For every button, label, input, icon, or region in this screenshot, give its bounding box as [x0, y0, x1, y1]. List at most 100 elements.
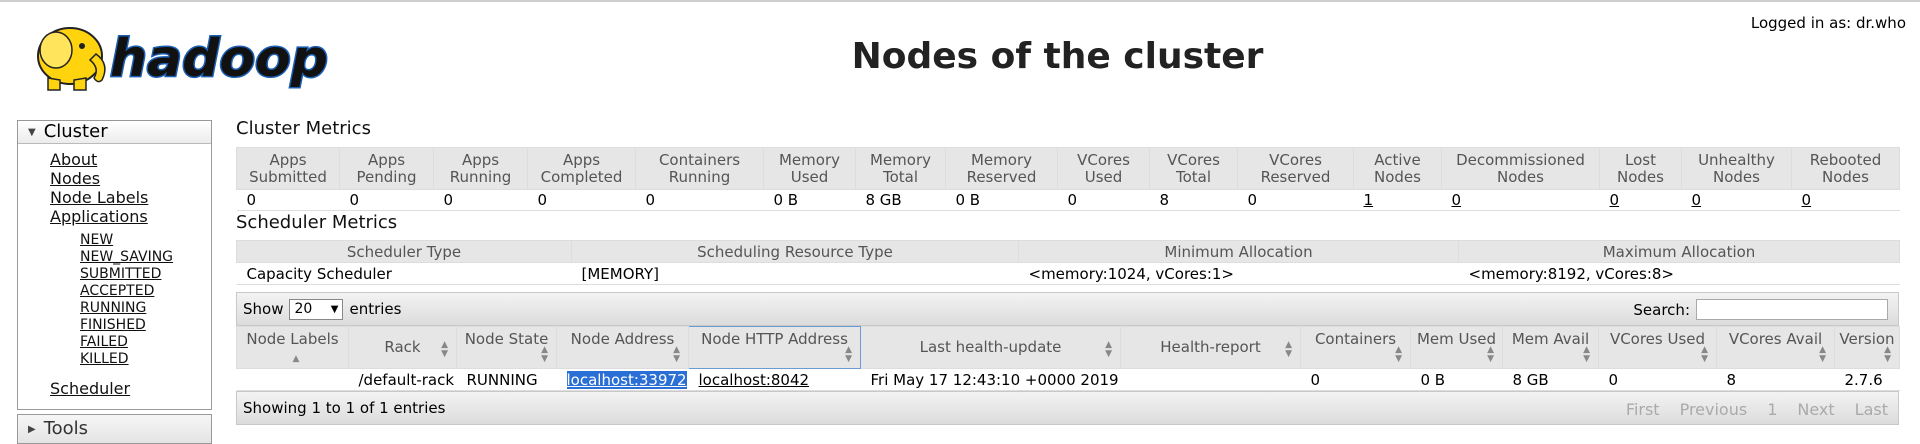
cm-value-link-11[interactable]: 1 — [1364, 191, 1374, 209]
cm-value-7: 0 B — [945, 189, 1058, 211]
about-link[interactable]: About — [50, 150, 97, 169]
cm-value-14: 0 — [1681, 189, 1792, 211]
cm-value-link-13[interactable]: 0 — [1610, 191, 1620, 209]
tools-nav-header[interactable]: ▶ Tools — [18, 415, 211, 443]
app-state-submitted-link[interactable]: SUBMITTED — [80, 266, 161, 282]
sort-icon: ▲ ▼ — [1583, 345, 1590, 364]
nodes-cell-11: 8 — [1716, 368, 1835, 391]
page-length-select[interactable]: 20 ▼ — [289, 298, 344, 320]
nodes-header-7[interactable]: Containers ▲ ▼ — [1300, 326, 1411, 369]
cm-header-8: VCores Used — [1057, 147, 1150, 190]
app-state-running-link[interactable]: RUNNING — [80, 300, 146, 316]
app-state-new-link[interactable]: NEW — [80, 232, 113, 248]
cluster-metrics-title: Cluster Metrics — [236, 118, 371, 139]
nodes-header-label-9: Mem Avail — [1511, 330, 1590, 348]
nodes-header-4[interactable]: Node HTTP Address ▲ ▼ — [688, 326, 861, 369]
nodes-header-label-11: VCores Avail — [1728, 330, 1823, 348]
nodes-table-body: /default-rack RUNNING localhost:33972 local… — [236, 368, 1900, 391]
sm-header-resource-type: Scheduling Resource Type — [571, 240, 1019, 263]
nodes-header-0[interactable]: Node Labels ▲ — [236, 326, 349, 369]
nodes-header-label-7: Containers — [1314, 330, 1397, 348]
sm-header-scheduler-type: Scheduler Type — [236, 240, 572, 263]
nodes-table: Node Labels ▲ Rack ▲ ▼ Node State ▲ ▼ Node Addre… — [236, 326, 1900, 391]
search-input[interactable] — [1696, 299, 1888, 320]
cm-header-13: Lost Nodes — [1599, 147, 1682, 190]
nodes-header-9[interactable]: Mem Avail ▲ ▼ — [1502, 326, 1599, 369]
app-states-list: NEW NEW_SAVING SUBMITTED ACCEPTED RUNNIN… — [50, 232, 211, 368]
cm-header-0-line-1: Submitted — [249, 167, 327, 186]
cm-header-5-line-1: Used — [790, 167, 829, 186]
app-state-finished-link[interactable]: FINISHED — [80, 317, 146, 333]
cm-header-5-line-0: Memory — [778, 150, 840, 169]
cluster-nav-label: Cluster — [43, 121, 108, 142]
node-http-address-link[interactable]: localhost:8042 — [699, 371, 810, 389]
nodes-header-10[interactable]: VCores Used ▲ ▼ — [1598, 326, 1717, 369]
cm-header-11: Active Nodes — [1353, 147, 1442, 190]
tools-nav-panel[interactable]: ▶ Tools — [17, 414, 212, 444]
pager-next-button[interactable]: Next — [1797, 400, 1834, 419]
scheduler-metrics-title: Scheduler Metrics — [236, 212, 398, 233]
nodes-header-label-6: Health-report — [1160, 338, 1261, 356]
nodes-header-6[interactable]: Health-report ▲ ▼ — [1120, 326, 1301, 369]
cm-value-3: 0 — [527, 189, 636, 211]
sort-icon: ▲ ▼ — [845, 345, 852, 364]
table-row: /default-rack RUNNING localhost:33972 local… — [236, 368, 1900, 391]
scheduler-link[interactable]: Scheduler — [50, 379, 130, 398]
nodes-header-12[interactable]: Version ▲ ▼ — [1834, 326, 1900, 369]
pager-last-button[interactable]: Last — [1855, 400, 1888, 419]
cm-header-9-line-0: VCores — [1167, 150, 1220, 169]
cm-header-3-line-1: Completed — [540, 167, 623, 186]
logged-in-status: Logged in as: dr.who — [1750, 14, 1906, 32]
cm-value-15: 0 — [1791, 189, 1900, 211]
cm-header-2-line-0: Apps — [461, 150, 500, 169]
app-state-failed-link[interactable]: FAILED — [80, 334, 128, 350]
search-label: Search: — [1633, 300, 1690, 319]
cm-header-1-line-1: Pending — [356, 167, 417, 186]
sort-icon: ▲ ▼ — [1701, 345, 1708, 364]
cm-value-link-14[interactable]: 0 — [1692, 191, 1702, 209]
nodes-header-3[interactable]: Node Address ▲ ▼ — [556, 326, 689, 369]
nodes-header-label-5: Last health-update — [919, 338, 1062, 356]
app-state-killed-link[interactable]: KILLED — [80, 351, 129, 367]
node-labels-link[interactable]: Node Labels — [50, 188, 148, 207]
nodes-header-2[interactable]: Node State ▲ ▼ — [456, 326, 557, 369]
nodes-header-label-2: Node State — [464, 330, 549, 348]
sm-scheduler-type: Capacity Scheduler — [236, 262, 572, 285]
nodes-header-11[interactable]: VCores Avail ▲ ▼ — [1716, 326, 1835, 369]
app-state-new-saving-link[interactable]: NEW_SAVING — [80, 249, 173, 265]
scheduler-metrics-table: Scheduler Type Scheduling Resource Type … — [236, 240, 1900, 285]
nodes-cell-1: /default-rack — [348, 368, 457, 391]
nodes-header-8[interactable]: Mem Used ▲ ▼ — [1410, 326, 1503, 369]
applications-link[interactable]: Applications — [50, 207, 148, 226]
nodes-header-label-0: Node Labels — [246, 330, 339, 348]
entries-label: entries — [349, 300, 402, 318]
nodes-cell-8: 0 B — [1410, 368, 1503, 391]
cm-header-14-line-1: Nodes — [1713, 167, 1760, 186]
node-address-link[interactable]: localhost:33972 — [566, 370, 687, 389]
nodes-header-1[interactable]: Rack ▲ ▼ — [348, 326, 457, 369]
page-title: Nodes of the cluster — [851, 36, 1264, 77]
cluster-metrics-header-row: Apps Submitted Apps Pending Apps Running Apps C… — [236, 147, 1900, 190]
cm-header-12-line-1: Nodes — [1497, 167, 1544, 186]
nodes-cell-3: localhost:33972 — [556, 368, 689, 391]
nodes-header-5[interactable]: Last health-update ▲ ▼ — [860, 326, 1121, 369]
nodes-cell-0 — [236, 368, 349, 391]
nodes-header-label-4: Node HTTP Address — [701, 330, 848, 348]
sidebar-item-applications: Applications NEW NEW_SAVING SUBMITTED AC… — [50, 207, 211, 368]
pager-page-1-button[interactable]: 1 — [1767, 400, 1777, 419]
sort-icon: ▲ ▼ — [441, 340, 448, 359]
cm-header-10: VCores Reserved — [1237, 147, 1354, 190]
sidebar-item-nodes: Nodes — [50, 169, 211, 188]
page-frame: hadoop Logged in as: dr.who Nodes of the… — [0, 0, 1920, 444]
pager-first-button[interactable]: First — [1626, 400, 1660, 419]
cm-value-link-15[interactable]: 0 — [1802, 191, 1812, 209]
cm-value-link-12[interactable]: 0 — [1452, 191, 1462, 209]
nodes-link[interactable]: Nodes — [50, 169, 100, 188]
cm-value-12: 0 — [1441, 189, 1600, 211]
cm-header-11-line-0: Active — [1374, 150, 1421, 169]
cluster-nav-header[interactable]: ▼ Cluster — [18, 121, 211, 144]
app-state-accepted-link[interactable]: ACCEPTED — [80, 283, 154, 299]
pager-previous-button[interactable]: Previous — [1680, 400, 1748, 419]
cm-header-11-line-1: Nodes — [1374, 167, 1421, 186]
nodes-header-label-3: Node Address — [570, 330, 675, 348]
